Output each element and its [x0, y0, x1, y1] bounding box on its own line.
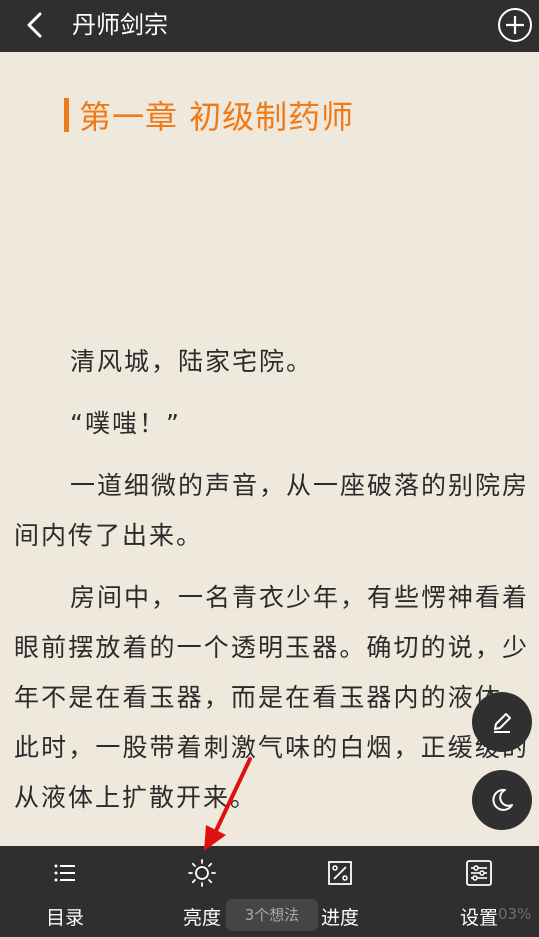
thoughts-toast[interactable]: 3个想法	[226, 899, 318, 931]
list-icon	[54, 864, 75, 882]
paragraph: 一道细微的声音，从一座破落的别院房间内传了出来。	[14, 471, 530, 550]
chapter-heading: 第一章 初级制药师	[64, 92, 354, 138]
back-arrow-icon[interactable]	[18, 8, 50, 42]
note-button[interactable]	[472, 692, 532, 752]
tab-settings[interactable]: 设置	[434, 846, 524, 937]
night-mode-button[interactable]	[472, 770, 532, 830]
tab-label: 目录	[45, 907, 84, 929]
chapter-marker	[64, 98, 69, 132]
paragraph: 房间中，一名青衣少年，有些愣神看着眼前摆放着的一个透明玉器。确切的说，少年不是在…	[14, 583, 530, 812]
reading-content[interactable]: 清风城，陆家宅院。 “噗嗤！” 一道细微的声音，从一座破落的别院房间内传了出来。…	[14, 337, 529, 897]
add-icon[interactable]	[497, 7, 533, 43]
chapter-title: 第一章 初级制药师	[79, 98, 355, 136]
book-title: 丹师剑宗	[72, 11, 168, 39]
pencil-icon	[494, 713, 511, 733]
tab-catalog[interactable]: 目录	[20, 846, 110, 937]
settings-icon	[466, 860, 492, 886]
paragraph: “噗嗤！”	[70, 409, 181, 438]
annotation-arrow-icon	[204, 757, 252, 851]
top-bar: 丹师剑宗	[0, 0, 539, 52]
progress-percent: 03%	[498, 905, 532, 923]
moon-icon	[492, 788, 513, 811]
progress-icon	[328, 861, 352, 885]
paragraph: 清风城，陆家宅院。	[70, 347, 314, 376]
brightness-icon	[188, 859, 216, 887]
